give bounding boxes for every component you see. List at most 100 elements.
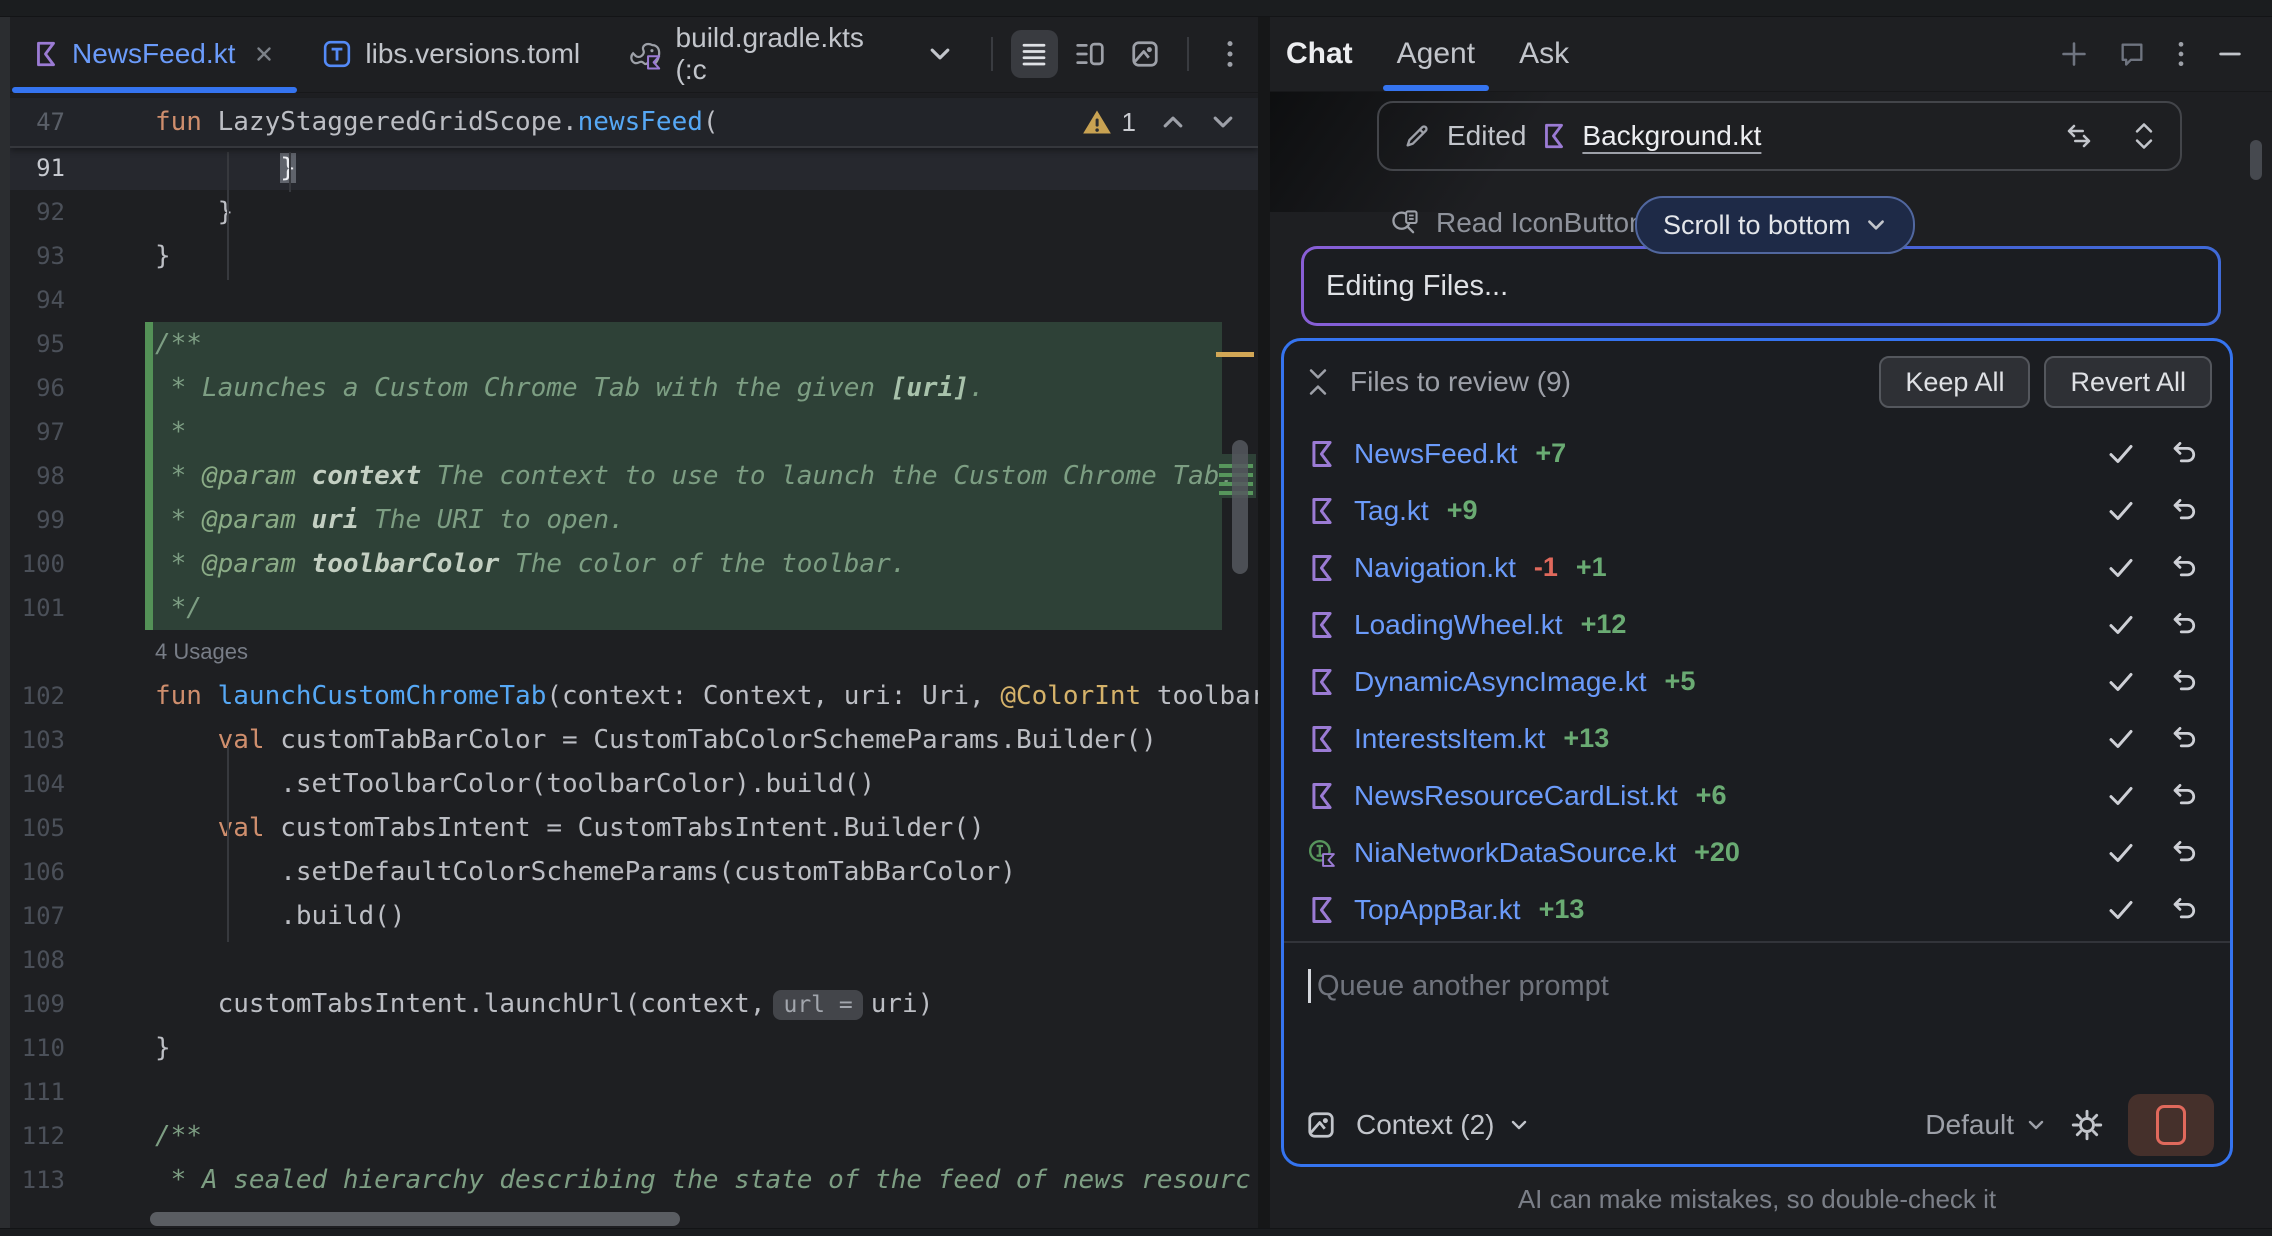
code-line-106[interactable]: 106 .setDefaultColorSchemeParams(customT…	[10, 850, 1258, 894]
code-line-92[interactable]: 92 }	[10, 190, 1258, 234]
chevron-down-icon[interactable]	[927, 41, 953, 67]
code-line-107[interactable]: 107 .build()	[10, 894, 1258, 938]
edited-file-card[interactable]: Edited Background.kt	[1377, 101, 2182, 171]
keep-file-button[interactable]	[2106, 667, 2136, 697]
context-dropdown[interactable]: Context (2)	[1356, 1109, 1529, 1141]
editor-view-button[interactable]	[1011, 30, 1058, 78]
attach-image-icon[interactable]	[1306, 1110, 1336, 1140]
edited-file-link[interactable]: Background.kt	[1582, 120, 1761, 152]
preview-button[interactable]	[1121, 30, 1168, 78]
split-view-button[interactable]	[1066, 30, 1113, 78]
code-line-93[interactable]: 93}	[10, 234, 1258, 278]
file-review-row[interactable]: TopAppBar.kt+13	[1284, 881, 2230, 938]
usages-hint[interactable]: 4 Usages	[10, 630, 1258, 674]
collapse-icon[interactable]	[1306, 367, 1330, 397]
close-tab-icon[interactable]	[253, 43, 275, 65]
keep-file-button[interactable]	[2106, 838, 2136, 868]
file-link[interactable]: LoadingWheel.kt	[1354, 609, 1563, 641]
file-review-row[interactable]: Tag.kt+9	[1284, 482, 2230, 539]
file-review-row[interactable]: NewsFeed.kt+7	[1284, 425, 2230, 482]
code-line-95[interactable]: 95/**	[10, 322, 1258, 366]
file-link[interactable]: Navigation.kt	[1354, 552, 1516, 584]
keep-file-button[interactable]	[2106, 895, 2136, 925]
tab-chat[interactable]: Chat	[1286, 16, 1353, 91]
open-diff-icon[interactable]	[2064, 121, 2094, 151]
tab-newsfeed[interactable]: NewsFeed.kt	[10, 16, 299, 92]
sticky-code-line[interactable]: 47 fun LazyStaggeredGridScope.newsFeed( …	[10, 98, 1258, 148]
file-review-row[interactable]: NewsResourceCardList.kt+6	[1284, 767, 2230, 824]
file-link[interactable]: TopAppBar.kt	[1354, 894, 1521, 926]
code-line-91[interactable]: 91 }	[10, 146, 1258, 190]
prev-warning-icon[interactable]	[1160, 109, 1186, 135]
keep-file-button[interactable]	[2106, 553, 2136, 583]
editor-more-button[interactable]	[1207, 30, 1254, 78]
file-review-row[interactable]: LoadingWheel.kt+12	[1284, 596, 2230, 653]
tab-agent[interactable]: Agent	[1397, 16, 1475, 91]
file-link[interactable]: InterestsItem.kt	[1354, 723, 1545, 755]
revert-file-button[interactable]	[2170, 610, 2200, 640]
expand-card-icon[interactable]	[2132, 121, 2156, 151]
code-line-104[interactable]: 104 .setToolbarColor(toolbarColor).build…	[10, 762, 1258, 806]
revert-file-button[interactable]	[2170, 667, 2200, 697]
code-line-97[interactable]: 97 *	[10, 410, 1258, 454]
keep-file-button[interactable]	[2106, 496, 2136, 526]
file-link[interactable]: NiaNetworkDataSource.kt	[1354, 837, 1676, 869]
chat-history-icon[interactable]	[2118, 40, 2146, 68]
tab-libs-versions[interactable]: libs.versions.toml	[299, 16, 604, 92]
code-line-101[interactable]: 101 */	[10, 586, 1258, 630]
file-link[interactable]: NewsFeed.kt	[1354, 438, 1517, 470]
code-line-108[interactable]: 108	[10, 938, 1258, 982]
code-line-112[interactable]: 112/**	[10, 1114, 1258, 1158]
code-editor[interactable]: 91 }92 }93}9495/**96 * Launches a Custom…	[10, 146, 1258, 1208]
tab-ask[interactable]: Ask	[1519, 16, 1569, 91]
code-line-103[interactable]: 103 val customTabBarColor = CustomTabCol…	[10, 718, 1258, 762]
revert-file-button[interactable]	[2170, 895, 2200, 925]
keep-file-button[interactable]	[2106, 610, 2136, 640]
editor-vertical-scrollbar[interactable]	[1232, 440, 1248, 574]
revert-file-button[interactable]	[2170, 553, 2200, 583]
revert-file-button[interactable]	[2170, 781, 2200, 811]
revert-file-button[interactable]	[2170, 838, 2200, 868]
stop-button[interactable]	[2128, 1094, 2214, 1156]
file-review-row[interactable]: InterestsItem.kt+13	[1284, 710, 2230, 767]
code-line-99[interactable]: 99 * @param uri The URI to open.	[10, 498, 1258, 542]
code-line-102[interactable]: 102fun launchCustomChromeTab(context: Co…	[10, 674, 1258, 718]
file-link[interactable]: DynamicAsyncImage.kt	[1354, 666, 1647, 698]
revert-file-button[interactable]	[2170, 724, 2200, 754]
revert-file-button[interactable]	[2170, 439, 2200, 469]
code-line-111[interactable]: 111	[10, 1070, 1258, 1114]
keep-file-button[interactable]	[2106, 781, 2136, 811]
panel-scrollbar[interactable]	[2250, 140, 2262, 180]
file-review-row[interactable]: NiaNetworkDataSource.kt+20	[1284, 824, 2230, 881]
splitter[interactable]	[1258, 16, 1270, 1228]
prompt-input[interactable]: Queue another prompt	[1308, 969, 1609, 1003]
code-line-109[interactable]: 109 customTabsIntent.launchUrl(context,u…	[10, 982, 1258, 1026]
panel-options-icon[interactable]	[2176, 40, 2186, 68]
new-chat-icon[interactable]	[2060, 40, 2088, 68]
keep-file-button[interactable]	[2106, 724, 2136, 754]
next-warning-icon[interactable]	[1210, 109, 1236, 135]
file-review-row[interactable]: Navigation.kt-1+1	[1284, 539, 2230, 596]
scroll-to-bottom-button[interactable]: Scroll to bottom	[1635, 196, 1915, 254]
warning-icon	[1082, 108, 1112, 136]
code-line-94[interactable]: 94	[10, 278, 1258, 322]
editor-horizontal-scrollbar[interactable]	[150, 1212, 680, 1226]
keep-file-button[interactable]	[2106, 439, 2136, 469]
tab-build-gradle[interactable]: build.gradle.kts (:c	[604, 16, 977, 92]
code-line-113[interactable]: 113 * A sealed hierarchy describing the …	[10, 1158, 1258, 1202]
revert-all-button[interactable]: Revert All	[2044, 356, 2212, 408]
revert-file-button[interactable]	[2170, 496, 2200, 526]
keep-all-button[interactable]: Keep All	[1879, 356, 2030, 408]
code-line-96[interactable]: 96 * Launches a Custom Chrome Tab with t…	[10, 366, 1258, 410]
file-link[interactable]: NewsResourceCardList.kt	[1354, 780, 1678, 812]
code-line-100[interactable]: 100 * @param toolbarColor The color of t…	[10, 542, 1258, 586]
code-line-105[interactable]: 105 val customTabsIntent = CustomTabsInt…	[10, 806, 1258, 850]
code-line-98[interactable]: 98 * @param context The context to use t…	[10, 454, 1258, 498]
code-line-110[interactable]: 110}	[10, 1026, 1258, 1070]
file-review-row[interactable]: DynamicAsyncImage.kt+5	[1284, 653, 2230, 710]
settings-gear-icon[interactable]	[2070, 1108, 2104, 1142]
list-view-icon	[1019, 39, 1049, 69]
file-link[interactable]: Tag.kt	[1354, 495, 1429, 527]
model-dropdown[interactable]: Default	[1925, 1109, 2046, 1141]
hide-panel-icon[interactable]	[2216, 40, 2244, 68]
